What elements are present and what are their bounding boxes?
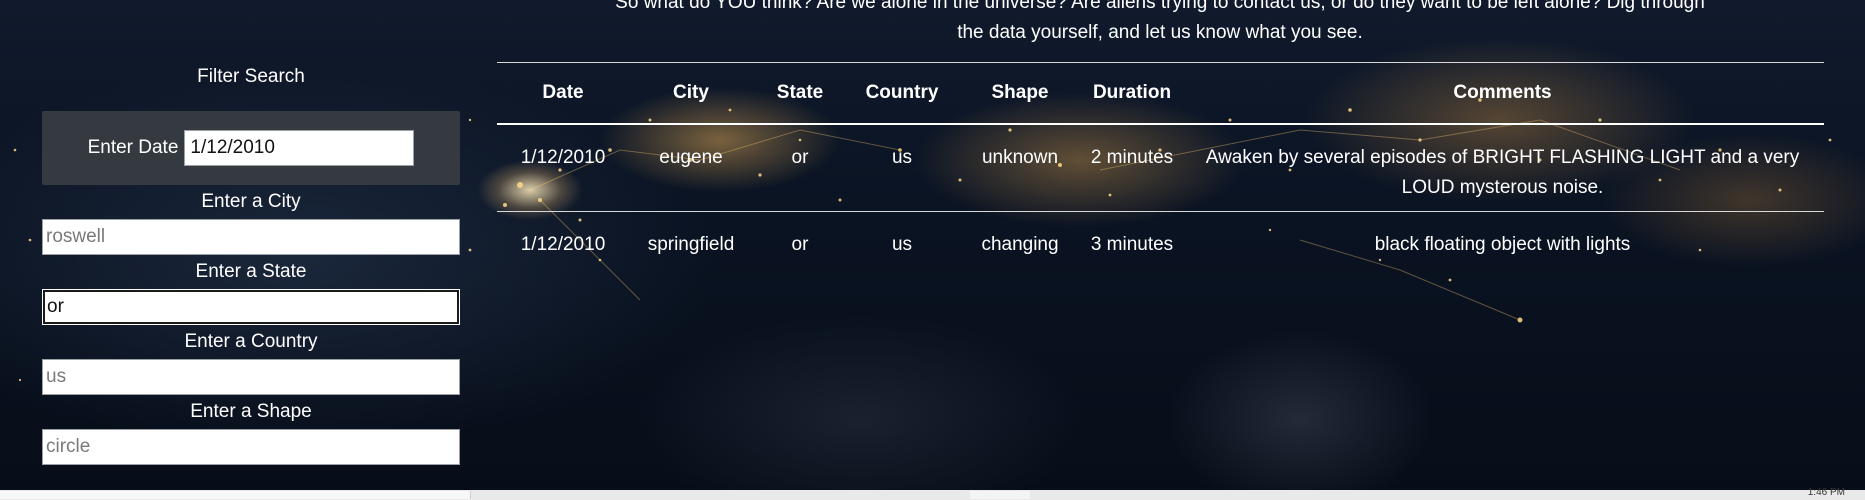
- cell-date: 1/12/2010: [520, 234, 606, 255]
- intro-line-2: the data yourself, and let us know what …: [957, 22, 1363, 43]
- table-row: 1/12/2010 eugene or us unknown 2 minutes…: [497, 124, 1824, 212]
- shape-label: Enter a Shape: [190, 401, 312, 422]
- scrollbar-thumb[interactable]: [0, 491, 471, 499]
- ufo-sightings-table: Date City State Country Shape Duration C…: [497, 62, 1824, 268]
- header-country: Country: [847, 62, 957, 125]
- table-header-row: Date City State Country Shape Duration C…: [497, 62, 1824, 125]
- cell-comments: Awaken by several episodes of BRIGHT FLA…: [1181, 124, 1824, 212]
- table-header: Date City State Country Shape Duration C…: [497, 62, 1824, 125]
- cell-duration: 3 minutes: [1090, 234, 1174, 255]
- cell-state: or: [753, 124, 847, 212]
- country-input[interactable]: [42, 359, 460, 395]
- cell-country: us: [891, 234, 913, 255]
- intro-line-1: So what do YOU think? Are we alone in th…: [615, 0, 1705, 13]
- state-input[interactable]: [42, 289, 460, 325]
- table-row: 1/12/2010 springfield or us changing 3 m…: [497, 212, 1824, 269]
- filter-search-title: Filter Search: [197, 66, 305, 87]
- country-label: Enter a Country: [184, 331, 318, 352]
- shape-input[interactable]: [42, 429, 460, 465]
- header-shape: Shape: [957, 62, 1083, 125]
- header-city: City: [629, 62, 753, 125]
- state-label: Enter a State: [195, 261, 307, 282]
- date-label: Enter Date: [87, 137, 179, 158]
- cell-date: 1/12/2010: [497, 124, 629, 212]
- horizontal-scrollbar[interactable]: 1:46 PM: [0, 487, 1865, 500]
- cell-shape: changing: [981, 234, 1059, 255]
- cell-duration: 2 minutes: [1083, 124, 1181, 212]
- filter-sidebar: Filter Search Enter Date Enter a City En…: [42, 62, 460, 465]
- header-comments: Comments: [1181, 62, 1824, 125]
- header-date: Date: [497, 62, 629, 125]
- cell-city: springfield: [647, 234, 735, 255]
- intro-text: So what do YOU think? Are we alone in th…: [500, 0, 1820, 48]
- table-body: 1/12/2010 eugene or us unknown 2 minutes…: [497, 124, 1824, 268]
- cell-comments: black floating object with lights: [1374, 234, 1631, 255]
- city-input[interactable]: [42, 219, 460, 255]
- header-state: State: [753, 62, 847, 125]
- date-input[interactable]: [184, 130, 415, 166]
- cell-country: us: [847, 124, 957, 212]
- cell-shape: unknown: [957, 124, 1083, 212]
- date-filter-panel: Enter Date: [42, 111, 460, 185]
- city-label: Enter a City: [201, 191, 301, 212]
- scrollbar-segment: [970, 491, 1030, 499]
- cell-state: or: [791, 234, 809, 255]
- taskbar-clock: 1:46 PM: [1807, 487, 1845, 498]
- cell-city: eugene: [629, 124, 753, 212]
- header-duration: Duration: [1083, 62, 1181, 125]
